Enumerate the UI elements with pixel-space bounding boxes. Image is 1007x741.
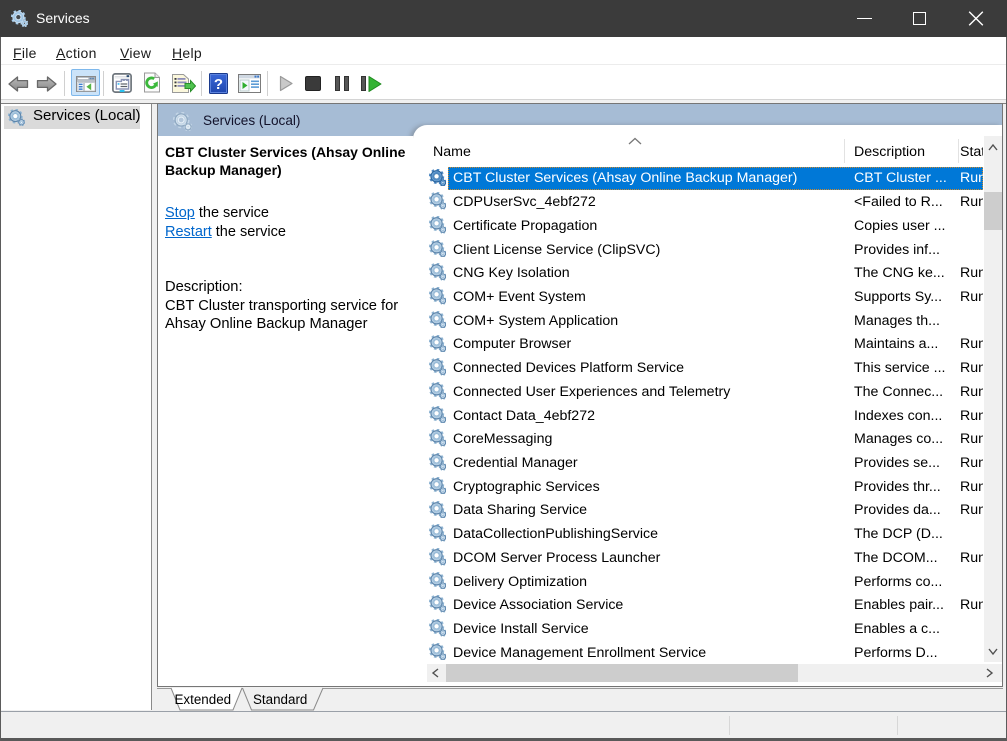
svg-text:?: ?: [214, 76, 223, 93]
svg-text:Standard: Standard: [253, 692, 307, 707]
svg-text:Extended: Extended: [175, 692, 232, 707]
